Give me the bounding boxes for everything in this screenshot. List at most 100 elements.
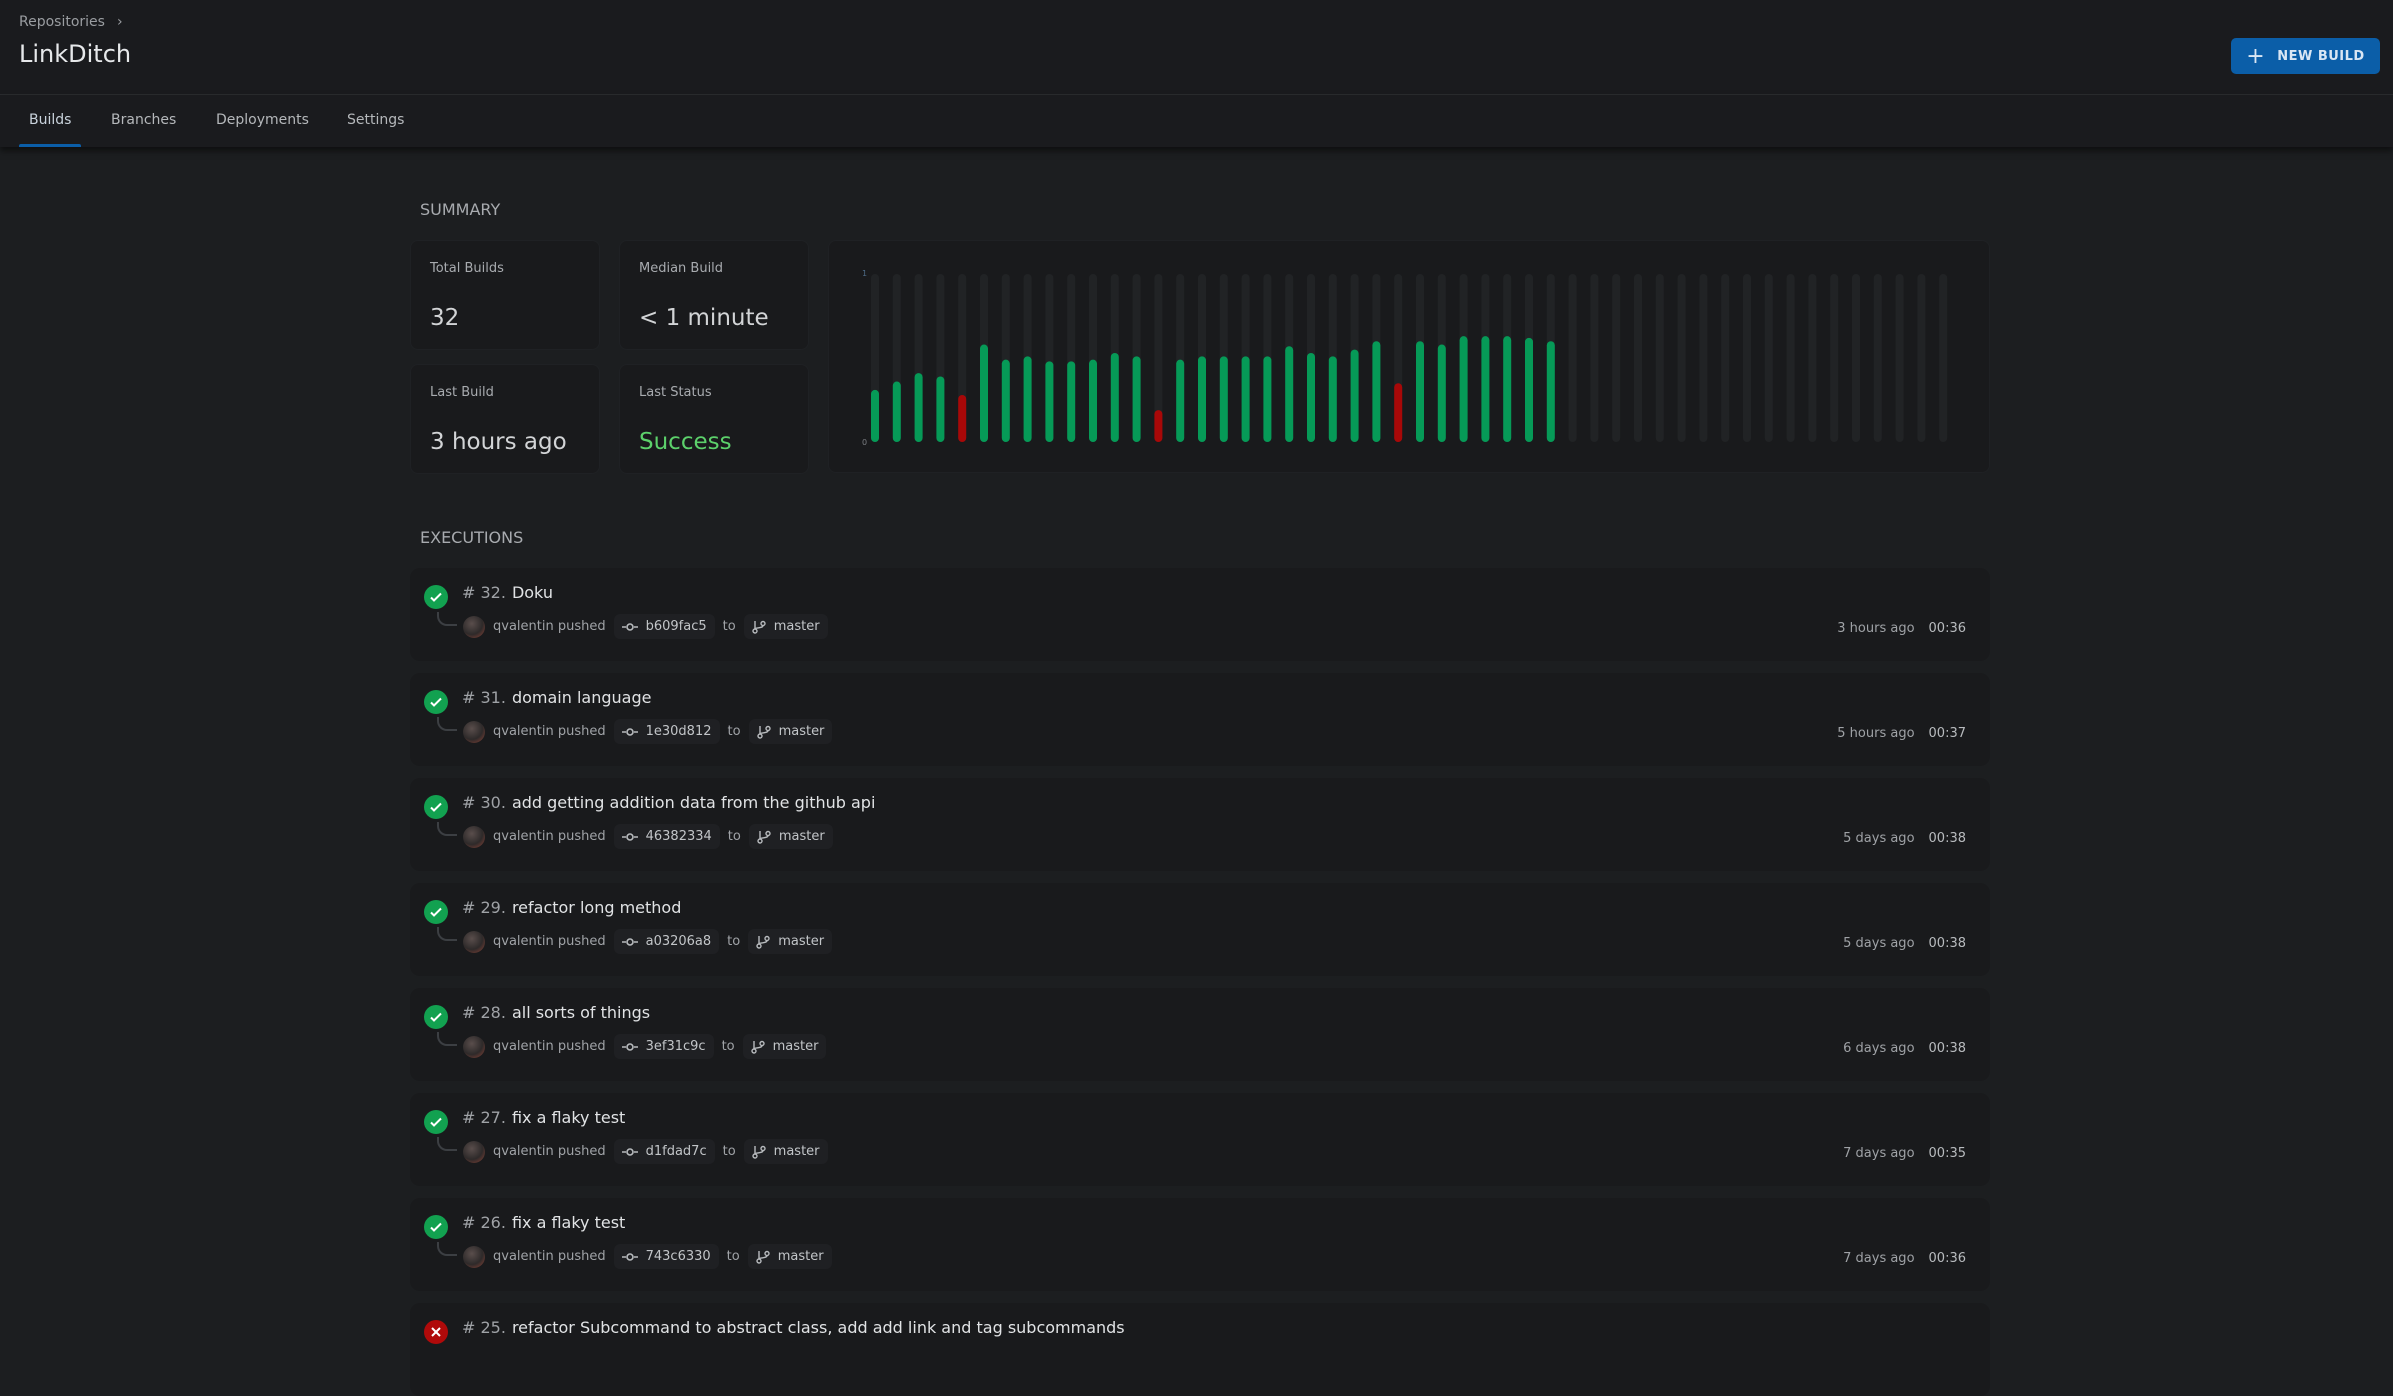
bar-build-9[interactable] [1045,361,1054,442]
commit-pill[interactable]: 3ef31c9c [613,1034,714,1059]
execution-row[interactable]: # 28. all sorts of things qvalentin pushe… [410,988,1990,1081]
git-branch-icon [756,725,771,739]
avatar [463,1245,485,1268]
execution-title[interactable]: # 32. Doku [462,583,553,602]
commit-pill[interactable]: b609fac5 [613,614,715,639]
execution-row[interactable]: # 31. domain language qvalentin pushed 1e… [410,673,1990,766]
bar-build-27[interactable] [1437,344,1446,442]
bar-build-24[interactable] [1372,341,1381,442]
bar-build-18[interactable] [1241,356,1250,442]
execution-timing: 3 hours ago 00:36 [1837,621,1966,636]
git-branch-icon [751,1145,766,1159]
commit-icon [621,622,638,631]
commit-icon [621,1147,638,1156]
commit-message: Doku [511,583,553,602]
bar-build-19[interactable] [1263,356,1272,442]
execution-title[interactable]: # 26. fix a flaky test [462,1213,625,1232]
connector-line [437,717,457,731]
bar-build-2[interactable] [892,381,901,442]
bar-track [1852,274,1860,442]
bar-build-21[interactable] [1307,352,1315,442]
bar-build-12[interactable] [1110,352,1119,442]
bar-build-6[interactable] [980,344,988,442]
build-number: # 29. [462,898,506,917]
commit-pill[interactable]: 1e30d812 [613,719,720,744]
execution-title[interactable]: # 27. fix a flaky test [462,1108,625,1127]
pusher: qvalentin pushed [493,1144,606,1159]
bar-build-31[interactable] [1525,337,1533,442]
bar-build-32[interactable] [1546,341,1555,442]
bar-build-30[interactable] [1503,336,1512,442]
bar-build-25[interactable] [1394,383,1403,442]
execution-title[interactable]: # 29. refactor long method [462,898,681,917]
execution-row[interactable]: # 27. fix a flaky test qvalentin pushed d… [410,1093,1990,1186]
branch-pill[interactable]: master [743,1139,828,1164]
bar-build-10[interactable] [1067,361,1076,442]
execution-meta: qvalentin pushed 3ef31c9c to master [463,1034,827,1059]
execution-title[interactable]: # 31. domain language [462,688,651,707]
execution-row[interactable]: # 30. add getting addition data from the … [410,778,1990,871]
connector-line [437,1032,457,1046]
bar-build-28[interactable] [1459,336,1468,442]
bar-build-8[interactable] [1023,356,1032,442]
execution-row[interactable]: # 25. refactor Subcommand to abstract cla… [410,1303,1990,1396]
new-build-button[interactable]: + NEW BUILD [2231,38,2380,74]
bar-build-13[interactable] [1132,356,1141,442]
bar-build-20[interactable] [1285,346,1294,442]
execution-row[interactable]: # 32. Doku qvalentin pushed b609fac5 to m… [410,568,1990,661]
branch-pill[interactable]: master [747,1244,832,1269]
tab-deployments[interactable]: Deployments [216,112,309,128]
bar-track [1721,274,1730,442]
execution-title[interactable]: # 25. refactor Subcommand to abstract cla… [462,1318,1125,1337]
bar-build-5[interactable] [958,394,967,442]
bar-build-22[interactable] [1328,356,1337,442]
branch-pill[interactable]: master [748,929,833,954]
commit-pill[interactable]: a03206a8 [613,929,720,954]
branch-name: master [777,1249,824,1264]
bar-build-26[interactable] [1416,341,1424,442]
bar-build-3[interactable] [914,373,923,442]
bar-build-1[interactable] [871,389,879,442]
breadcrumb-repositories[interactable]: Repositories [19,14,105,30]
branch-name: master [778,934,825,949]
bar-build-29[interactable] [1481,336,1490,442]
execution-title[interactable]: # 30. add getting addition data from the … [462,793,875,812]
branch-pill[interactable]: master [748,824,833,849]
execution-row[interactable]: # 29. refactor long method qvalentin push… [410,883,1990,976]
commit-pill[interactable]: 46382334 [613,824,720,849]
bar-track [1764,274,1773,442]
execution-row[interactable]: # 26. fix a flaky test qvalentin pushed 7… [410,1198,1990,1291]
branch-pill[interactable]: master [743,614,828,639]
tab-builds[interactable]: Builds [18,112,82,147]
bar-track [1655,274,1664,442]
bar-build-23[interactable] [1350,349,1359,442]
commit-pill[interactable]: d1fdad7c [613,1139,715,1164]
execution-timing: 7 days ago 00:35 [1843,1146,1966,1161]
execution-duration: 00:36 [1928,1251,1966,1266]
bar-build-17[interactable] [1219,356,1228,442]
bar-build-4[interactable] [936,376,945,442]
build-number: # 26. [462,1213,506,1232]
bar-build-11[interactable] [1089,359,1097,442]
tab-branches[interactable]: Branches [111,112,176,128]
branch-name: master [773,1144,820,1159]
branch-pill[interactable]: master [748,719,833,744]
to-label: to [727,724,741,739]
bar-build-7[interactable] [1001,359,1010,442]
branch-pill[interactable]: master [742,1034,827,1059]
tab-settings[interactable]: Settings [347,112,404,128]
commit-message: fix a flaky test [511,1108,626,1127]
pusher: qvalentin pushed [493,829,606,844]
bar-build-15[interactable] [1176,359,1185,442]
execution-duration: 00:38 [1928,1041,1966,1056]
connector-line [437,1137,457,1151]
median-build-value: < 1 minute [639,305,769,331]
bar-build-14[interactable] [1154,410,1163,442]
executions-heading: EXECUTIONS [420,528,524,547]
commit-pill[interactable]: 743c6330 [613,1244,719,1269]
execution-title[interactable]: # 28. all sorts of things [462,1003,650,1022]
bar-build-16[interactable] [1198,356,1206,442]
commit-icon [621,1252,638,1261]
execution-timing: 5 days ago 00:38 [1843,831,1966,846]
execution-duration: 00:37 [1928,726,1966,741]
